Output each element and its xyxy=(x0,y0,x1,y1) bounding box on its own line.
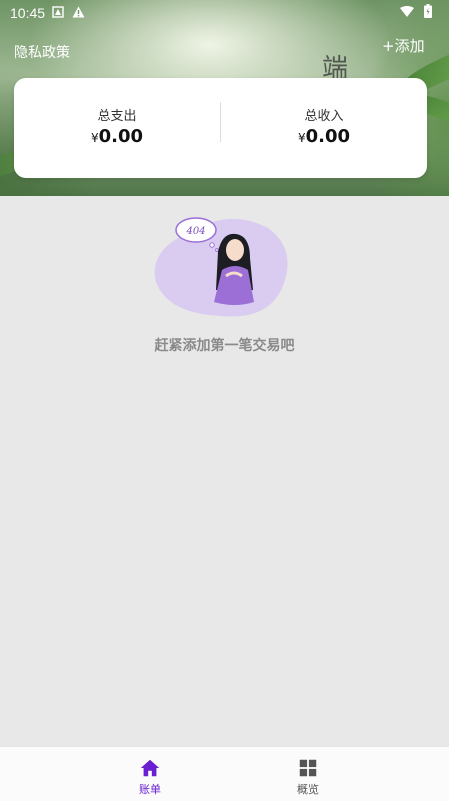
income-amount: ¥0.00 xyxy=(221,126,427,147)
girl-face xyxy=(226,239,244,261)
home-icon xyxy=(140,759,160,777)
expense-amount: ¥0.00 xyxy=(14,126,220,147)
expense-label: 总支出 xyxy=(97,109,137,124)
warning-icon xyxy=(72,6,85,18)
privacy-policy-link[interactable]: 隐私政策 xyxy=(14,42,70,62)
expense-currency: ¥ xyxy=(90,131,99,145)
income-currency: ¥ xyxy=(297,131,306,145)
grid-icon xyxy=(299,759,317,777)
expense-summary: 总支出 ¥0.00 xyxy=(14,78,220,178)
bottom-tab-bar: 账单 概览 xyxy=(0,746,449,801)
expense-value: 0.00 xyxy=(98,126,144,147)
status-bar: 10:45 xyxy=(0,0,449,28)
empty-state-message: 赶紧添加第一笔交易吧 xyxy=(154,338,295,354)
summary-card: 总支出 ¥0.00 总收入 ¥0.00 xyxy=(14,78,427,178)
battery-icon xyxy=(424,4,432,18)
add-button[interactable]: +添加 xyxy=(382,35,425,56)
status-time: 10:45 xyxy=(10,5,46,21)
income-label: 总收入 xyxy=(304,109,344,124)
tab-overview-label: 概览 xyxy=(297,783,319,796)
empty-state-illustration: 404 xyxy=(154,217,288,317)
badge-404: 404 xyxy=(185,226,205,237)
income-value: 0.00 xyxy=(305,126,351,147)
tab-overview[interactable]: 概览 xyxy=(196,747,420,801)
wifi-icon xyxy=(400,6,414,17)
income-summary: 总收入 ¥0.00 xyxy=(221,78,427,178)
notification-icon xyxy=(52,6,64,18)
